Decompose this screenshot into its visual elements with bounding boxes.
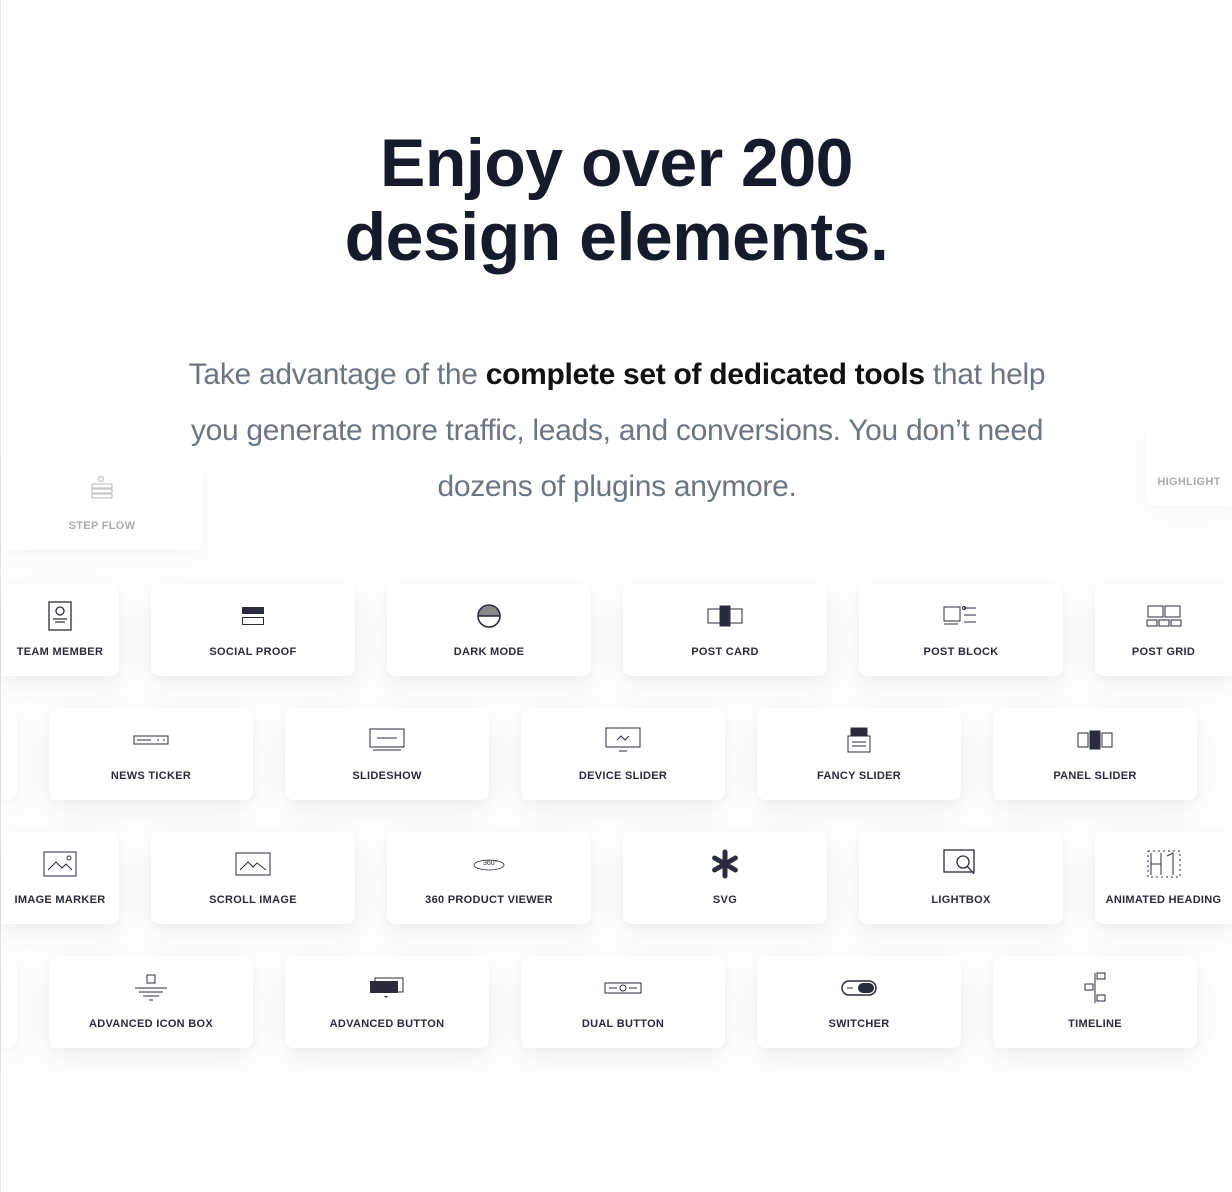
dark-mode-icon — [387, 602, 591, 630]
element-card-device-slider[interactable]: DEVICE SLIDER — [521, 708, 725, 800]
element-card-advanced-icon-box[interactable]: ADVANCED ICON BOX — [49, 956, 253, 1048]
dual-button-icon — [521, 974, 725, 1002]
element-card-svg[interactable]: SVG — [623, 832, 827, 924]
title-line-2: design elements. — [344, 199, 889, 275]
element-card-social-proof[interactable]: SOCIAL PROOF — [151, 584, 355, 676]
lead-paragraph: Take advantage of the complete set of de… — [181, 347, 1053, 515]
fancy-slider-icon — [757, 726, 961, 754]
advanced-icon-box-icon — [49, 974, 253, 1002]
element-label: POST GRID — [1131, 646, 1196, 658]
element-card-fancy-slider[interactable]: FANCY SLIDER — [757, 708, 961, 800]
slideshow-icon — [285, 726, 489, 754]
element-card-highlight[interactable]: HIGHLIGHT — [1146, 420, 1232, 506]
lightbox-icon — [859, 849, 1063, 878]
element-card-animated-heading[interactable]: ANIMATED HEADING — [1095, 832, 1232, 924]
element-label: TIMELINE — [1068, 1018, 1122, 1030]
highlight-icon — [1146, 438, 1232, 466]
element-label: NEWS TICKER — [110, 770, 192, 782]
element-label: FANCY SLIDER — [816, 770, 902, 782]
lead-highlight: complete set of dedicated tools — [485, 358, 925, 391]
device-slider-icon — [521, 726, 725, 754]
element-label: POST BLOCK — [923, 646, 999, 658]
element-card-advanced-button[interactable]: ADVANCED BUTTON — [285, 956, 489, 1048]
element-card-post-card[interactable]: POST CARD — [623, 584, 827, 676]
element-label: IMAGE MARKER — [14, 894, 106, 906]
element-label: ADVANCED BUTTON — [329, 1018, 445, 1030]
element-card-team-member[interactable]: TEAM MEMBER — [1, 584, 119, 676]
360-viewer-icon: 360° — [387, 850, 591, 878]
element-label: PANEL SLIDER — [1053, 770, 1137, 782]
element-card-scroll-image[interactable]: SCROLL IMAGE — [151, 832, 355, 924]
element-label: DARK MODE — [453, 646, 525, 658]
element-card-360-product-viewer[interactable]: 360° 360 PRODUCT VIEWER — [387, 832, 591, 924]
post-grid-icon — [1095, 602, 1232, 630]
switcher-icon — [757, 974, 961, 1002]
team-member-icon — [1, 601, 119, 631]
element-card-news-ticker[interactable]: NEWS TICKER — [49, 708, 253, 800]
post-block-icon — [859, 602, 1063, 630]
element-label: DUAL BUTTON — [581, 1018, 665, 1030]
element-label: SOCIAL PROOF — [209, 646, 297, 658]
element-card-post-grid[interactable]: POST GRID — [1095, 584, 1232, 676]
element-card-image-marker[interactable]: IMAGE MARKER — [1, 832, 119, 924]
animated-heading-icon — [1095, 850, 1232, 878]
element-card-step-flow[interactable]: STEP FLOW — [1, 456, 203, 550]
panel-slider-icon — [993, 726, 1197, 754]
element-label: ADVANCED ICON BOX — [88, 1018, 214, 1030]
element-label: SCROLL IMAGE — [209, 894, 297, 906]
social-proof-icon — [151, 602, 355, 630]
element-card-dual-button[interactable]: DUAL BUTTON — [521, 956, 725, 1048]
element-card-post-block[interactable]: POST BLOCK — [859, 584, 1063, 676]
lead-text: Take advantage of the — [188, 358, 486, 391]
element-label: LIGHTBOX — [931, 894, 991, 906]
element-label: STEP FLOW — [68, 520, 136, 532]
svg-text:360°: 360° — [483, 859, 498, 867]
element-card-partial — [1, 956, 17, 1048]
element-label: TEAM MEMBER — [16, 646, 104, 658]
step-flow-icon — [1, 474, 203, 502]
element-label: ANIMATED HEADING — [1105, 894, 1222, 906]
element-card-partial — [1, 708, 17, 800]
post-card-icon — [623, 602, 827, 630]
element-card-panel-slider[interactable]: PANEL SLIDER — [993, 708, 1197, 800]
element-label: SLIDESHOW — [352, 770, 422, 782]
element-label: DEVICE SLIDER — [578, 770, 668, 782]
advanced-button-icon — [285, 974, 489, 1002]
element-card-dark-mode[interactable]: DARK MODE — [387, 584, 591, 676]
element-card-slideshow[interactable]: SLIDESHOW — [285, 708, 489, 800]
timeline-icon — [993, 972, 1197, 1003]
element-label: HIGHLIGHT — [1157, 476, 1221, 488]
element-label: 360 PRODUCT VIEWER — [425, 894, 553, 906]
element-label: POST CARD — [691, 646, 759, 658]
element-label: SWITCHER — [828, 1018, 890, 1030]
element-card-lightbox[interactable]: LIGHTBOX — [859, 832, 1063, 924]
title-line-1: Enjoy over 200 — [379, 125, 854, 201]
news-ticker-icon — [49, 726, 253, 754]
element-card-switcher[interactable]: SWITCHER — [757, 956, 961, 1048]
element-card-timeline[interactable]: TIMELINE — [993, 956, 1197, 1048]
element-label: SVG — [712, 894, 738, 906]
svg-asterisk-icon — [623, 849, 827, 879]
page-title: Enjoy over 200 design elements. — [1, 126, 1232, 274]
scroll-image-icon — [151, 850, 355, 878]
image-marker-icon — [1, 850, 119, 878]
